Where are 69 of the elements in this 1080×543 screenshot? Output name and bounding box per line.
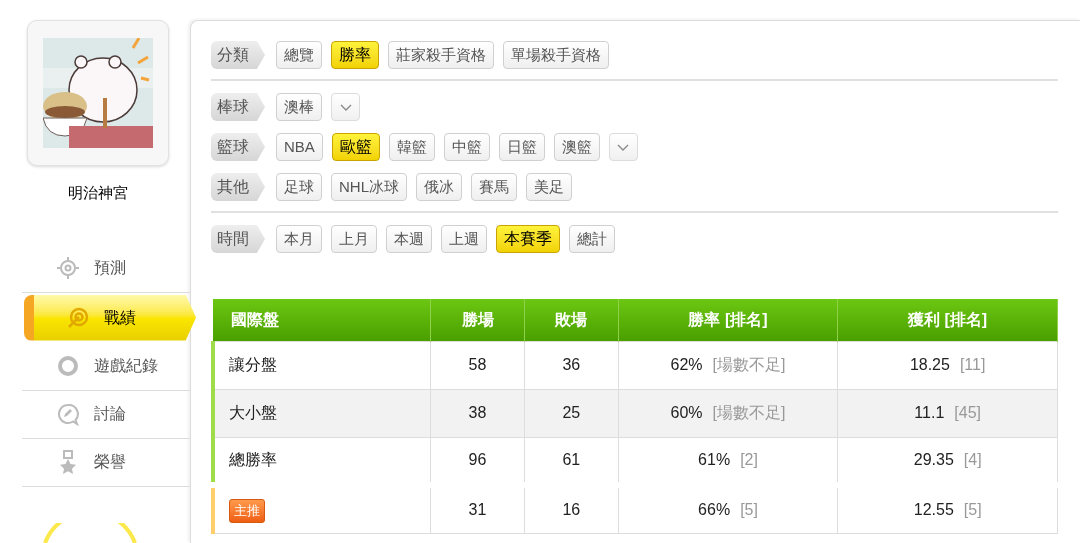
filter-label: 分類 bbox=[211, 41, 265, 69]
rank-text: [場數不足] bbox=[712, 356, 786, 373]
filter-chip[interactable]: 本週 bbox=[386, 225, 432, 253]
filter-chip[interactable]: 足球 bbox=[276, 173, 322, 201]
profit-value: 29.35 bbox=[913, 450, 954, 468]
nav-item[interactable]: 榮譽 bbox=[22, 438, 190, 487]
win-rate: 62% bbox=[670, 356, 703, 373]
filter-chip[interactable]: 賽馬 bbox=[471, 173, 517, 201]
filter-chip[interactable]: 總覽 bbox=[276, 41, 322, 69]
filter-chip[interactable]: 日籃 bbox=[498, 133, 545, 161]
column-header: 敗場 bbox=[524, 299, 619, 341]
rank-text: [2] bbox=[740, 450, 758, 468]
filter-chip[interactable]: 本月 bbox=[276, 225, 322, 253]
column-header: 勝場 bbox=[430, 299, 525, 341]
filter-chip[interactable]: 上月 bbox=[331, 225, 377, 253]
filter-chip[interactable]: 單場殺手資格 bbox=[503, 41, 609, 69]
column-header: 獲利 [排名] bbox=[837, 299, 1058, 341]
table-cell: 38 bbox=[430, 389, 525, 437]
rank-text: [場數不足] bbox=[712, 404, 786, 421]
filter-label: 其他 bbox=[211, 173, 265, 201]
column-header: 勝率 [排名] bbox=[618, 299, 838, 341]
nav-item[interactable]: 預測 bbox=[22, 244, 190, 293]
more-dropdown[interactable] bbox=[331, 93, 360, 121]
filter-chip[interactable]: NBA bbox=[276, 133, 323, 161]
win-rate: 61% bbox=[698, 450, 731, 468]
user-name: 明治神宮 bbox=[67, 183, 129, 203]
crosshair-icon bbox=[56, 256, 80, 280]
filter-label: 籃球 bbox=[211, 133, 265, 161]
rank-text: [5] bbox=[963, 501, 982, 519]
table-cell: 16 bbox=[524, 485, 619, 533]
profit-value: 18.25 bbox=[909, 356, 950, 373]
filter-chip[interactable]: 中籃 bbox=[443, 133, 490, 161]
rank-text: [5] bbox=[740, 501, 758, 519]
table-cell: 25 bbox=[524, 389, 619, 437]
comment-pencil-icon bbox=[56, 402, 80, 426]
filter-chip[interactable]: 澳棒 bbox=[276, 93, 322, 121]
chevron-down-icon bbox=[617, 143, 630, 151]
filter-chip[interactable]: 俄冰 bbox=[416, 173, 462, 201]
featured-badge: 主推 bbox=[229, 499, 265, 523]
profit-value: 12.55 bbox=[913, 501, 954, 519]
profit-value: 11.1 bbox=[914, 404, 945, 421]
filter-chip[interactable]: 美足 bbox=[526, 173, 572, 201]
nav-item[interactable]: 討論 bbox=[22, 390, 190, 439]
table-cell: 31 bbox=[430, 485, 525, 533]
win-rate: 66% bbox=[698, 501, 731, 519]
ring-icon bbox=[56, 354, 80, 378]
target-icon bbox=[66, 305, 90, 330]
filter-chip[interactable]: 勝率 bbox=[331, 41, 379, 69]
rank-text: [4] bbox=[963, 450, 982, 468]
more-dropdown[interactable] bbox=[608, 133, 638, 161]
filter-label: 棒球 bbox=[211, 93, 265, 121]
rank-text: [11] bbox=[959, 356, 986, 373]
column-header: 國際盤 bbox=[213, 299, 431, 341]
filter-label: 時間 bbox=[211, 225, 265, 253]
rank-text: [45] bbox=[954, 404, 981, 421]
filter-chip[interactable]: 總計 bbox=[569, 225, 615, 253]
nav-item[interactable]: 戰績 bbox=[24, 294, 196, 341]
table-cell: 36 bbox=[524, 341, 619, 389]
table-cell: 58 bbox=[430, 341, 525, 389]
win-rate: 60% bbox=[670, 404, 703, 421]
filter-chip[interactable]: NHL冰球 bbox=[331, 173, 407, 201]
filter-chip[interactable]: 澳籃 bbox=[553, 133, 600, 161]
filter-chip[interactable]: 莊家殺手資格 bbox=[388, 41, 494, 69]
chevron-down-icon bbox=[339, 103, 352, 111]
filter-chip[interactable]: 韓籃 bbox=[388, 133, 435, 161]
filter-chip[interactable]: 上週 bbox=[441, 225, 487, 253]
nav-item[interactable]: 遊戲紀錄 bbox=[22, 342, 190, 391]
filter-chip[interactable]: 歐籃 bbox=[331, 133, 380, 161]
filter-chip[interactable]: 本賽季 bbox=[496, 225, 560, 253]
